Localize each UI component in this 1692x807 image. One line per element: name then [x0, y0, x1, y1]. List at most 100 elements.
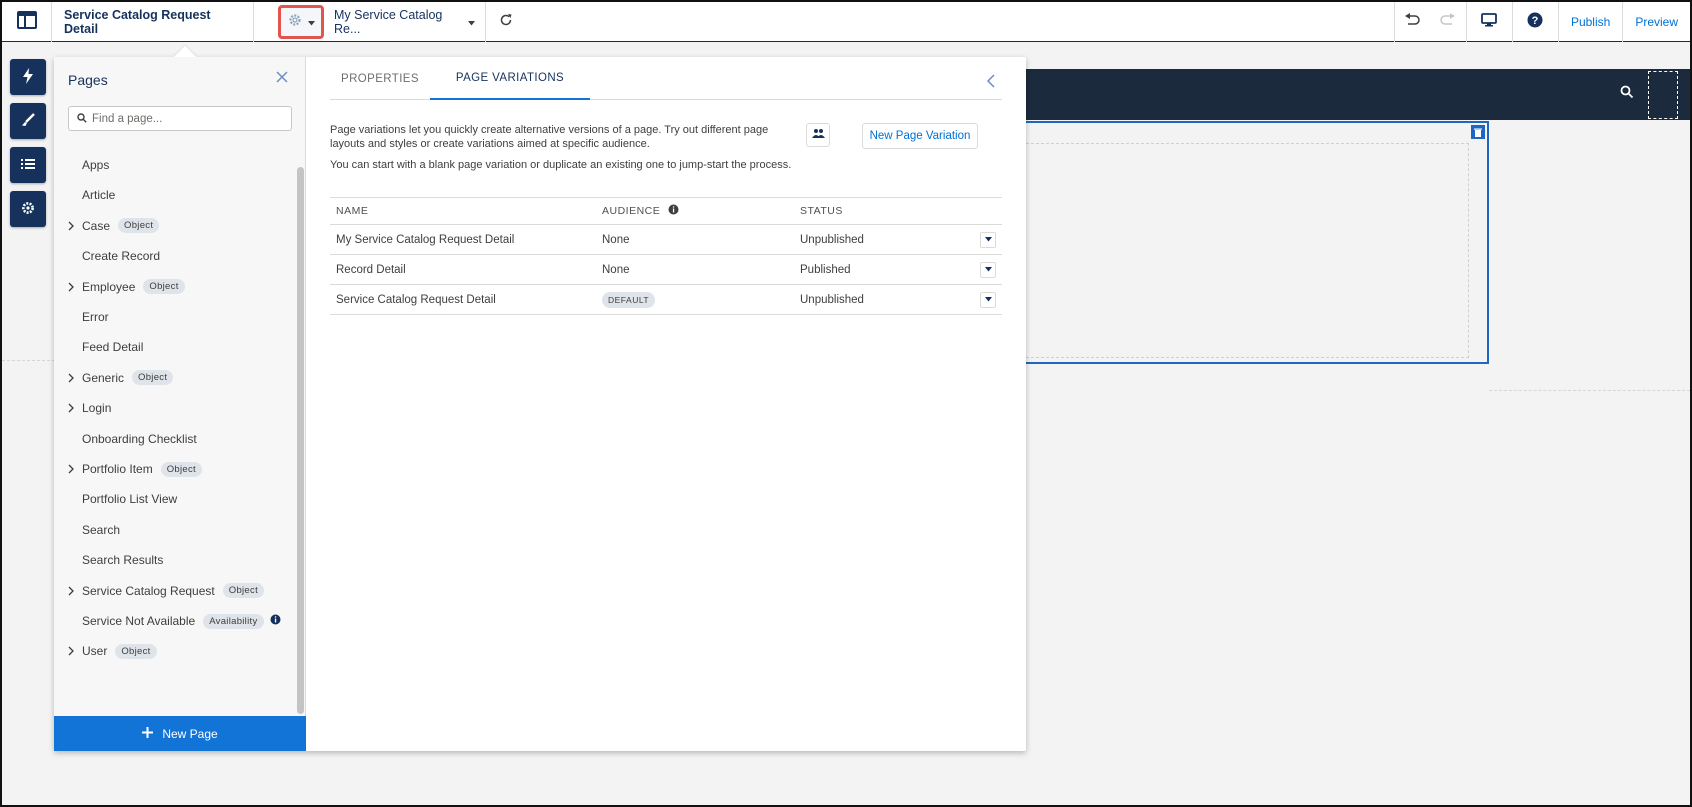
- column-header-status[interactable]: STATUS: [794, 197, 1002, 225]
- page-list-item-label: Feed Detail: [82, 340, 144, 355]
- page-list-item[interactable]: Portfolio List View: [54, 483, 294, 515]
- chevron-right-icon[interactable]: [68, 220, 74, 234]
- page-list-item-label: Error: [82, 310, 109, 324]
- page-list-item[interactable]: Feed Detail: [54, 331, 294, 363]
- list-icon: [21, 158, 35, 173]
- page-list-item[interactable]: Apps: [54, 149, 294, 181]
- page-list-item-label: User: [82, 644, 108, 659]
- variation-audience: None: [602, 233, 630, 246]
- page-list-item[interactable]: Employee Object: [54, 271, 294, 303]
- row-actions-button[interactable]: [980, 231, 996, 248]
- column-header-audience[interactable]: AUDIENCE: [596, 197, 794, 225]
- chevron-right-icon[interactable]: [68, 463, 74, 477]
- page-list-item[interactable]: Generic Object: [54, 362, 294, 394]
- caret-down-icon: [984, 267, 992, 272]
- search-icon: [77, 112, 87, 126]
- search-icon[interactable]: [1620, 85, 1634, 102]
- tab-properties[interactable]: PROPERTIES: [330, 57, 430, 100]
- page-variation-label: My Service Catalog Re...: [334, 7, 443, 36]
- pages-list-scrollbar[interactable]: [297, 167, 304, 714]
- caret-down-icon: [468, 15, 475, 29]
- plus-icon: [142, 726, 154, 741]
- table-header-row: NAME AUDIENCE STATUS: [330, 197, 1002, 225]
- chevron-left-icon[interactable]: [986, 74, 995, 91]
- page-list-item[interactable]: Error: [54, 301, 294, 333]
- table-row[interactable]: My Service Catalog Request Detail None Unp…: [330, 224, 1002, 255]
- caret-down-icon: [984, 237, 992, 242]
- variation-status-cell: Unpublished: [794, 284, 1002, 315]
- page-list-item-label: Employee: [82, 279, 136, 294]
- variation-status: Unpublished: [800, 233, 864, 246]
- page-structure-button[interactable]: [10, 147, 46, 183]
- components-button[interactable]: [10, 59, 46, 95]
- tab-page-variations[interactable]: PAGE VARIATIONS: [430, 57, 590, 100]
- info-icon[interactable]: [668, 204, 679, 218]
- page-type-badge: Availability: [203, 613, 264, 629]
- site-header-region: [1026, 69, 1690, 120]
- variation-status-cell: Published: [794, 254, 1002, 285]
- people-icon: [811, 128, 825, 142]
- info-icon[interactable]: [270, 614, 281, 628]
- delete-icon[interactable]: [1471, 125, 1485, 139]
- page-settings-button[interactable]: [278, 4, 324, 39]
- variation-audience: None: [602, 263, 630, 276]
- variation-name: Service Catalog Request Detail: [330, 284, 596, 315]
- page-type-badge: Object: [222, 583, 265, 599]
- region-divider: [1489, 390, 1690, 391]
- chevron-right-icon[interactable]: [68, 402, 74, 416]
- pages-panel: Pages Apps Article Case Object Create Record…: [54, 57, 306, 751]
- manage-audiences-button[interactable]: [806, 123, 830, 147]
- page-list-item[interactable]: Login: [54, 392, 294, 424]
- preview-button[interactable]: Preview: [1622, 1, 1690, 42]
- page-list-item-label: Portfolio List View: [82, 492, 178, 507]
- brush-icon: [21, 112, 35, 130]
- page-list-item-label: Portfolio Item: [82, 462, 153, 476]
- builder-menu-button[interactable]: [2, 1, 52, 42]
- preview-label: Preview: [1635, 14, 1678, 29]
- page-title: Service Catalog Request Detail: [52, 1, 254, 42]
- page-list-item-label: Create Record: [82, 249, 161, 264]
- chevron-right-icon[interactable]: [68, 585, 74, 599]
- close-icon[interactable]: [276, 71, 288, 86]
- page-search-input[interactable]: [92, 112, 282, 125]
- undo-button[interactable]: [1393, 1, 1430, 42]
- page-list-item[interactable]: Service Not Available Availability: [54, 605, 294, 637]
- page-list-item-label: Service Catalog Request: [82, 583, 215, 598]
- row-actions-button[interactable]: [980, 291, 996, 308]
- column-header-name[interactable]: NAME: [330, 197, 596, 225]
- chevron-right-icon[interactable]: [68, 281, 74, 295]
- page-type-badge: Object: [115, 643, 157, 659]
- page-list-item[interactable]: Case Object: [54, 210, 294, 242]
- variation-status: Published: [800, 263, 851, 276]
- publish-label: Publish: [1570, 14, 1611, 29]
- page-list-item[interactable]: Service Catalog Request Object: [54, 575, 294, 607]
- help-button[interactable]: ?: [1511, 1, 1558, 42]
- row-actions-button[interactable]: [980, 261, 996, 278]
- chevron-right-icon[interactable]: [68, 372, 74, 386]
- chevron-right-icon[interactable]: [68, 645, 74, 659]
- refresh-button[interactable]: [486, 2, 526, 42]
- pages-list: Apps Article Case Object Create Record Employ…: [54, 146, 294, 711]
- new-page-button[interactable]: New Page: [54, 716, 306, 751]
- device-preview-button[interactable]: [1465, 1, 1512, 42]
- publish-button[interactable]: Publish: [1557, 1, 1622, 42]
- table-row[interactable]: Service Catalog Request Detail DEFAULT Unp…: [330, 284, 1002, 315]
- page-list-item[interactable]: Portfolio Item Object: [54, 453, 294, 485]
- header-component-placeholder[interactable]: [1648, 71, 1678, 119]
- selected-component[interactable]: [1026, 121, 1489, 364]
- table-row[interactable]: Record Detail None Published: [330, 254, 1002, 285]
- gear-icon: [21, 201, 35, 218]
- page-list-item[interactable]: Article: [54, 179, 294, 211]
- page-list-item[interactable]: User Object: [54, 635, 294, 667]
- new-page-variation-button[interactable]: New Page Variation: [862, 123, 978, 149]
- page-variation-selector[interactable]: My Service Catalog Re...: [324, 1, 486, 42]
- page-list-item[interactable]: Onboarding Checklist: [54, 423, 294, 455]
- default-badge: DEFAULT: [602, 291, 656, 308]
- theme-button[interactable]: [10, 103, 46, 139]
- page-list-item[interactable]: Search: [54, 514, 294, 546]
- redo-button[interactable]: [1430, 2, 1466, 42]
- page-list-item[interactable]: Create Record: [54, 240, 294, 272]
- page-list-item[interactable]: Search Results: [54, 544, 294, 576]
- page-search-field[interactable]: [68, 106, 292, 131]
- settings-button[interactable]: [10, 191, 46, 227]
